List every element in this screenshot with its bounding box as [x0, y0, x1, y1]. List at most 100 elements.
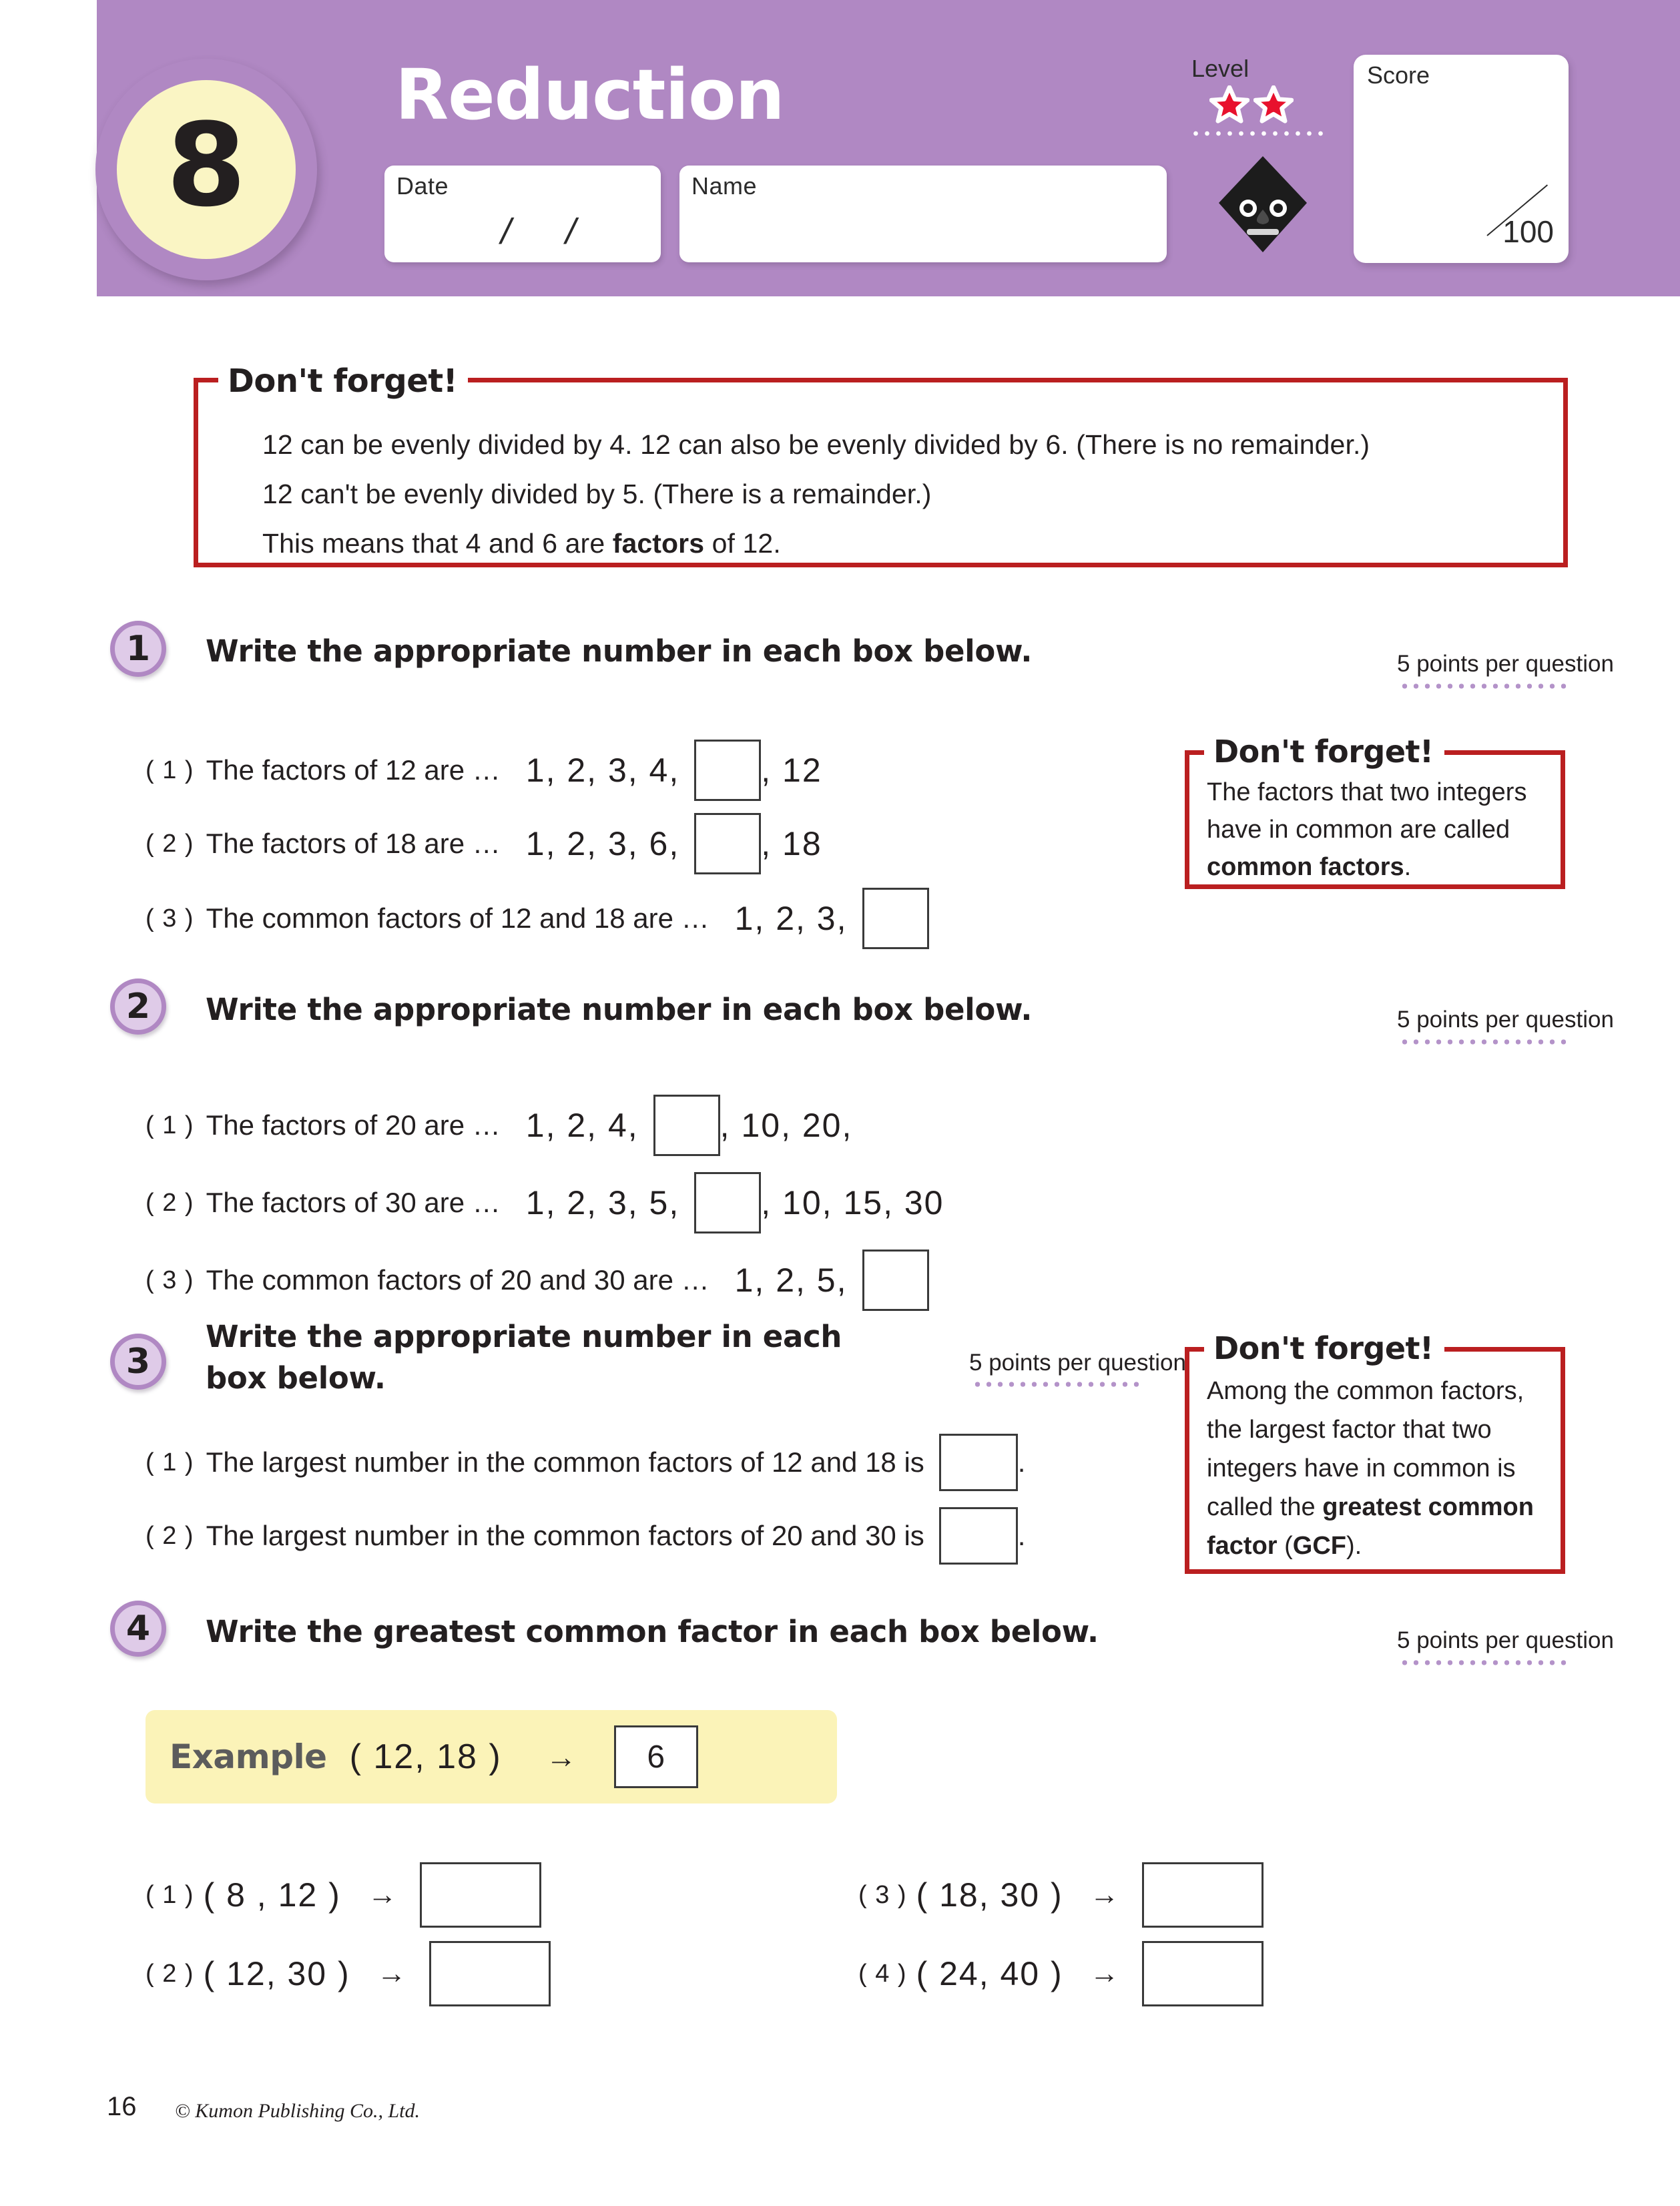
copyright-notice: © Kumon Publishing Co., Ltd. [175, 2100, 421, 2122]
question-number-2: 2 [110, 979, 166, 1035]
question-2-heading: Write the appropriate number in each box… [206, 992, 1033, 1027]
q2-item-1-answer-box[interactable] [653, 1095, 720, 1156]
q4-item-3-pair: ( 18, 30 ) [916, 1876, 1063, 1914]
q3-item-2-after: . [1017, 1520, 1026, 1551]
q1-item-1-label: ( 1 ) [146, 756, 194, 784]
level-stars [1209, 85, 1294, 124]
q2-item-1: ( 1 ) The factors of 20 are … 1, 2, 4, ,… [146, 1095, 852, 1156]
q3-item-2-label: ( 2 ) [146, 1521, 194, 1550]
q1-item-1-answer-box[interactable] [694, 740, 762, 801]
q4-item-2-answer-box[interactable] [429, 1941, 551, 2006]
score-label: Score [1367, 61, 1430, 89]
q4-item-3-answer-box[interactable] [1141, 1862, 1264, 1928]
date-slash-1: / [497, 212, 516, 252]
dont-forget-title: Don't forget! [218, 362, 469, 400]
question-3-heading-line-1: Write the appropriate number in each [206, 1319, 842, 1354]
q4-item-4: ( 4 ) ( 24, 40 ) → [858, 1941, 1264, 2006]
dont-forget-title: Don't forget! [1204, 734, 1444, 770]
q1-item-1: ( 1 ) The factors of 12 are … 1, 2, 3, 4… [146, 740, 822, 801]
date-label: Date [396, 172, 449, 200]
q3-item-1: ( 1 ) The largest number in the common f… [146, 1434, 1025, 1491]
q1-item-3-before: 1, 2, 3, [734, 900, 848, 937]
score-field[interactable]: Score 100 [1354, 55, 1569, 263]
points-dots-q1 [1399, 683, 1569, 689]
q4-item-2-pair: ( 12, 30 ) [203, 1955, 350, 1992]
dont-forget-box-common-factors: Don't forget! The factors that two integ… [1185, 734, 1565, 889]
q2-item-1-text: The factors of 20 are … [206, 1109, 501, 1141]
q3-item-1-after: . [1017, 1446, 1026, 1478]
q2-item-2-label: ( 2 ) [146, 1188, 194, 1217]
q1-item-2-answer-box[interactable] [694, 813, 762, 874]
q4-item-2-label: ( 2 ) [146, 1959, 194, 1988]
q4-item-4-arrow-icon: → [1089, 1957, 1119, 1990]
q1-item-1-text: The factors of 12 are … [206, 754, 501, 786]
q2-item-2-before: 1, 2, 3, 5, [525, 1184, 680, 1221]
q2-item-1-before: 1, 2, 4, [525, 1107, 639, 1144]
dont-forget-line-1: 12 can be evenly divided by 4. 12 can al… [262, 429, 1370, 460]
dont-forget-body: The factors that two integers have in co… [1207, 778, 1527, 881]
q1-item-2-label: ( 2 ) [146, 829, 194, 858]
question-number-4: 4 [110, 1601, 166, 1657]
q2-item-3-text: The common factors of 20 and 30 are … [206, 1264, 710, 1296]
question-4-heading: Write the greatest common factor in each… [206, 1614, 1099, 1649]
name-label: Name [691, 172, 758, 200]
q1-item-3: ( 3 ) The common factors of 12 and 18 ar… [146, 888, 929, 949]
q2-item-1-label: ( 1 ) [146, 1111, 194, 1139]
example-arrow-icon: → [545, 1739, 577, 1774]
question-3-heading: Write the appropriate number in each box… [206, 1316, 842, 1399]
name-field[interactable]: Name [679, 166, 1167, 262]
unit-number-badge-inner: 8 [117, 80, 296, 259]
example-box: Example ( 12, 18 ) → 6 [146, 1710, 837, 1804]
points-dots-q4 [1399, 1660, 1569, 1665]
page-number: 16 [107, 2092, 137, 2121]
points-note-q4: 5 points per question [1397, 1627, 1614, 1653]
example-answer-box: 6 [613, 1725, 698, 1788]
question-1-heading: Write the appropriate number in each box… [206, 633, 1033, 669]
q1-item-2-after: , 18 [761, 825, 822, 862]
q3-item-2-answer-box[interactable] [938, 1507, 1018, 1565]
q4-item-3: ( 3 ) ( 18, 30 ) → [858, 1862, 1264, 1928]
q1-item-3-answer-box[interactable] [862, 888, 929, 949]
q1-item-2-before: 1, 2, 3, 6, [525, 825, 680, 862]
points-dots-q3 [972, 1382, 1141, 1387]
diamond-mascot-icon [1219, 156, 1307, 252]
q1-item-1-before: 1, 2, 3, 4, [525, 752, 680, 789]
dont-forget-body: Among the common factors, the largest fa… [1207, 1377, 1534, 1560]
question-number-3: 3 [110, 1334, 166, 1390]
q4-item-2-arrow-icon: → [376, 1957, 406, 1990]
q4-item-4-pair: ( 24, 40 ) [916, 1955, 1063, 1992]
q4-item-3-arrow-icon: → [1089, 1878, 1119, 1911]
q3-item-1-answer-box[interactable] [938, 1434, 1018, 1491]
date-slash-2: / [561, 212, 581, 252]
q1-item-3-text: The common factors of 12 and 18 are … [206, 902, 710, 934]
question-3-heading-line-2: box below. [206, 1360, 386, 1396]
q3-item-1-label: ( 1 ) [146, 1448, 194, 1476]
example-pair: ( 12, 18 ) [349, 1737, 502, 1776]
page-title: Reduction [395, 54, 785, 135]
q2-item-2-answer-box[interactable] [694, 1172, 762, 1233]
question-number-1: 1 [110, 621, 166, 677]
dont-forget-line-2: 12 can't be evenly divided by 5. (There … [262, 479, 932, 509]
date-field[interactable]: Date / / [384, 166, 661, 262]
q1-item-1-after: , 12 [761, 752, 822, 789]
dont-forget-line-3: This means that 4 and 6 are factors of 1… [262, 528, 781, 559]
score-total: 100 [1502, 214, 1554, 249]
q4-item-1: ( 1 ) ( 8 , 12 ) → [146, 1862, 541, 1928]
level-dotted-divider [1190, 131, 1327, 136]
points-note-q2: 5 points per question [1397, 1007, 1614, 1033]
q1-item-3-label: ( 3 ) [146, 904, 194, 932]
unit-number-badge: 8 [95, 59, 317, 280]
q2-item-3: ( 3 ) The common factors of 20 and 30 ar… [146, 1250, 929, 1311]
q4-item-1-pair: ( 8 , 12 ) [203, 1876, 341, 1914]
q2-item-3-answer-box[interactable] [862, 1250, 929, 1311]
star-icon [1209, 85, 1249, 123]
q4-item-4-answer-box[interactable] [1141, 1941, 1264, 2006]
q4-item-1-answer-box[interactable] [419, 1862, 541, 1928]
dont-forget-box-gcf: Don't forget! Among the common factors, … [1185, 1330, 1565, 1574]
worksheet-page: 8 Reduction Date / / Name Level Score 10… [0, 0, 1680, 2206]
q1-item-2: ( 2 ) The factors of 18 are … 1, 2, 3, 6… [146, 813, 822, 874]
q3-item-1-text: The largest number in the common factors… [206, 1446, 924, 1478]
points-dots-q2 [1399, 1039, 1569, 1045]
unit-number: 8 [166, 98, 246, 232]
dont-forget-body: 12 can be evenly divided by 4. 12 can al… [262, 420, 1370, 568]
